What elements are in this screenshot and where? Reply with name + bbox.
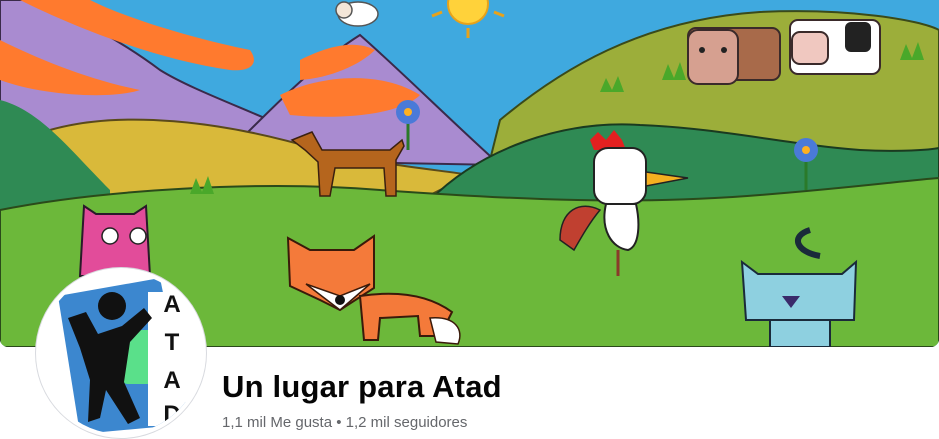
page-stats: 1,1 mil Me gusta • 1,2 mil seguidores [222,414,467,431]
cow-brown-icon [687,27,781,85]
logo-letter: A [163,291,180,318]
profile-avatar[interactable]: A T A D [36,268,206,438]
logo-letter: D [163,401,180,428]
logo-letter: T [165,329,180,356]
followers-count-link[interactable]: 1,2 mil seguidores [346,414,468,431]
monster-icon [78,204,152,277]
stats-separator: • [336,414,342,431]
logo-letter: A [163,367,180,394]
atad-logo: A T A D [40,272,202,434]
page-title: Un lugar para Atad [222,369,502,404]
likes-count-link[interactable]: 1,1 mil Me gusta [222,414,332,431]
cow-white-icon [789,19,881,75]
